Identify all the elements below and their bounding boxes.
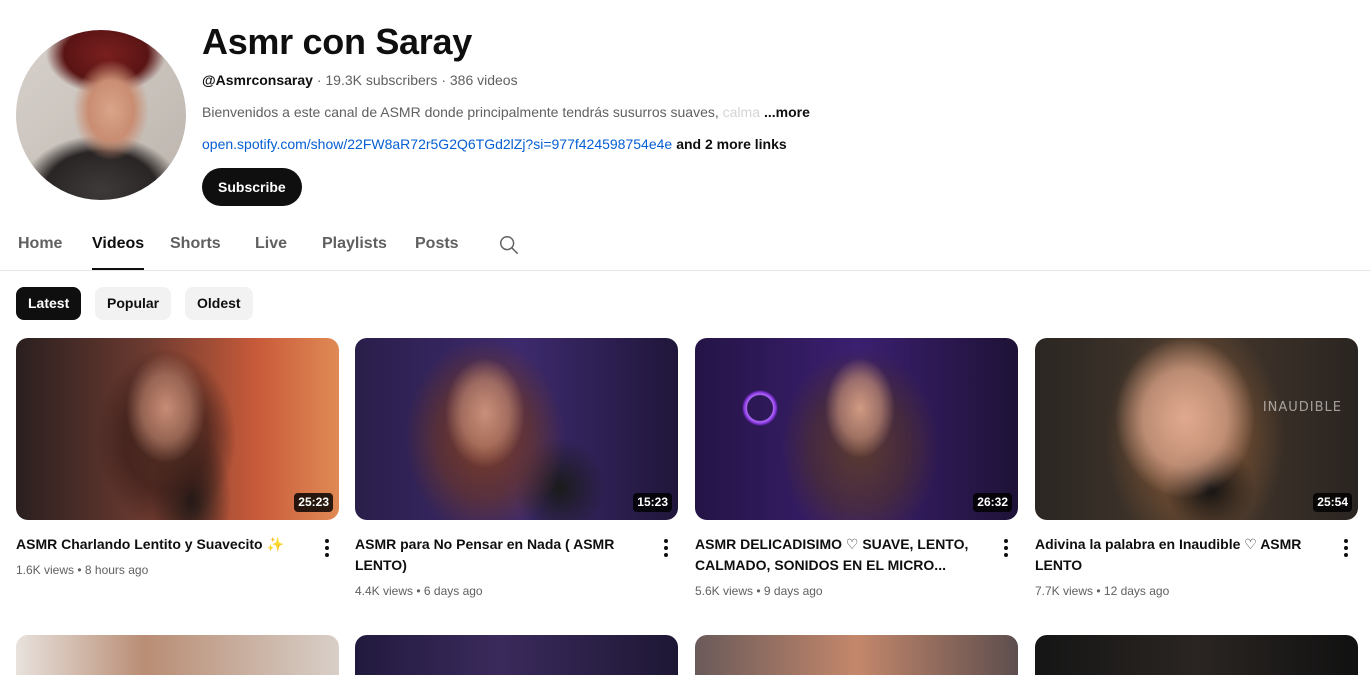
video-meta: 1.6K views • 8 hours ago [16,563,149,577]
spotify-link[interactable]: open.spotify.com/show/22FW8aR72r5G2Q6TGd… [202,136,672,152]
video-thumbnail[interactable] [16,635,339,675]
channel-tabs: Home Videos Shorts Live Playlists Posts [0,222,1370,271]
tab-live[interactable]: Live [255,222,287,268]
subscribe-button[interactable]: Subscribe [202,168,302,206]
video-title[interactable]: ASMR DELICADISIMO ♡ SUAVE, LENTO, CALMAD… [695,534,985,576]
more-actions-icon[interactable] [1336,536,1356,560]
video-card[interactable]: 25:23 ASMR Charlando Lentito y Suavecito… [16,338,339,577]
video-thumbnail[interactable]: 25:23 [16,338,339,520]
video-meta: 5.6K views • 9 days ago [695,584,823,598]
video-card[interactable]: INAUDIBLE 25:54 Adivina la palabra en In… [1035,338,1358,598]
video-duration: 25:54 [1313,493,1352,512]
tab-posts[interactable]: Posts [415,222,459,268]
search-icon[interactable] [498,234,520,256]
channel-avatar[interactable] [16,30,186,200]
channel-links: open.spotify.com/show/22FW8aR72r5G2Q6TGd… [202,135,787,153]
tab-videos[interactable]: Videos [92,222,145,270]
video-card[interactable]: 26:32 ASMR DELICADISIMO ♡ SUAVE, LENTO, … [695,338,1018,598]
description-fade: calma [722,104,760,120]
video-title[interactable]: ASMR para No Pensar en Nada ( ASMR LENTO… [355,534,645,576]
video-thumbnail[interactable]: INAUDIBLE 25:54 [1035,338,1358,520]
video-duration: 26:32 [973,493,1012,512]
video-thumbnail[interactable] [1035,635,1358,675]
video-duration: 15:23 [633,493,672,512]
video-thumbnail[interactable] [355,635,678,675]
video-thumbnail[interactable] [695,635,1018,675]
channel-name: Asmr con Saray [202,21,472,62]
tab-shorts[interactable]: Shorts [170,222,221,268]
more-actions-icon[interactable] [656,536,676,560]
chip-popular[interactable]: Popular [95,287,172,320]
video-title[interactable]: Adivina la palabra en Inaudible ♡ ASMR L… [1035,534,1325,576]
video-thumbnail[interactable]: 26:32 [695,338,1018,520]
video-duration: 25:23 [294,493,333,512]
tab-home[interactable]: Home [18,222,62,268]
more-actions-icon[interactable] [996,536,1016,560]
video-meta: 7.7K views • 12 days ago [1035,584,1170,598]
more-links-button[interactable]: and 2 more links [676,136,786,152]
channel-handle: @Asmrconsaray [202,72,313,88]
chip-oldest[interactable]: Oldest [185,287,253,320]
thumbnail-watermark: INAUDIBLE [1262,400,1342,415]
chip-latest[interactable]: Latest [16,287,82,320]
description-text: Bienvenidos a este canal de ASMR donde p… [202,104,723,120]
video-meta: 4.4K views • 6 days ago [355,584,483,598]
video-title[interactable]: ASMR Charlando Lentito y Suavecito ✨ [16,534,306,555]
channel-stats: · 19.3K subscribers · 386 videos [312,72,518,88]
description-more-button[interactable]: ...more [764,104,810,120]
channel-description[interactable]: Bienvenidos a este canal de ASMR donde p… [202,103,810,121]
video-thumbnail[interactable]: 15:23 [355,338,678,520]
tab-playlists[interactable]: Playlists [322,222,387,268]
channel-meta: @Asmrconsaray · 19.3K subscribers · 386 … [202,71,518,89]
video-card[interactable]: 15:23 ASMR para No Pensar en Nada ( ASMR… [355,338,678,598]
more-actions-icon[interactable] [317,536,337,560]
